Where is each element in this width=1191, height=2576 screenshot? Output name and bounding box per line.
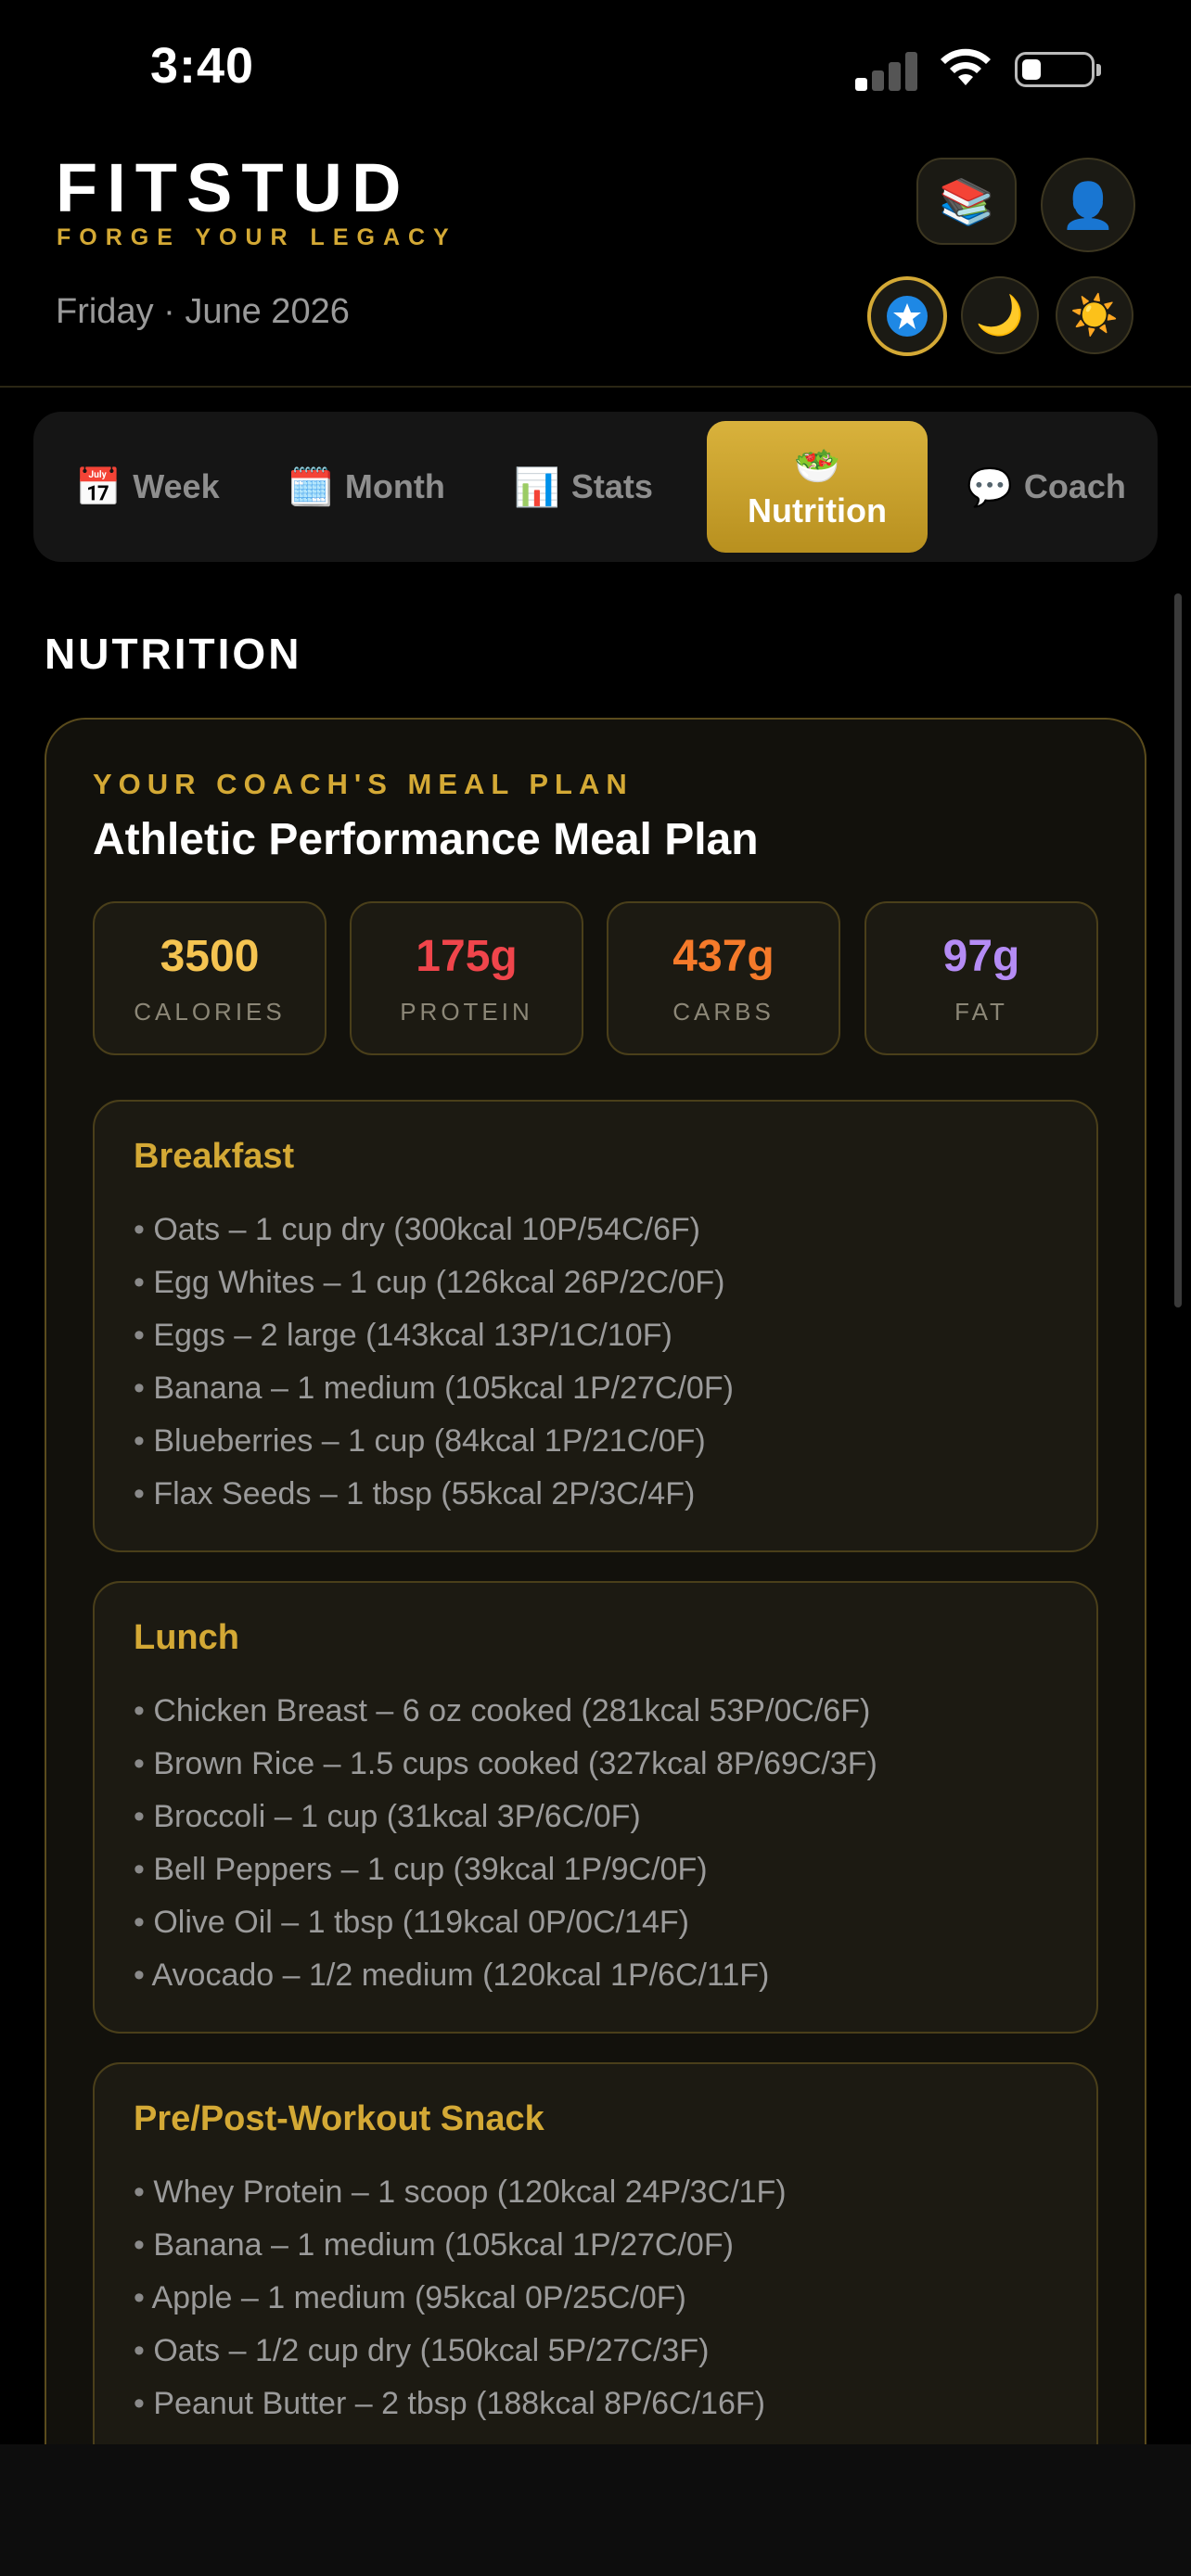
user-icon: 👤 bbox=[1060, 181, 1116, 231]
tab-month-label: Month bbox=[344, 467, 445, 505]
status-time: 3:40 bbox=[150, 38, 255, 94]
tab-stats[interactable]: 📊 Stats bbox=[482, 421, 685, 553]
meal-item: Egg Whites – 1 cup (126kcal 26P/2C/0F) bbox=[134, 1256, 734, 1309]
star-icon bbox=[887, 296, 928, 337]
meal-item: Banana – 1 medium (105kcal 1P/27C/0F) bbox=[134, 1362, 734, 1415]
macro-calories: 3500 CALORIES bbox=[93, 901, 327, 1055]
spiral-calendar-icon: 🗓️ bbox=[288, 466, 334, 508]
macro-value: 175g bbox=[416, 932, 518, 981]
status-bar: 3:40 bbox=[0, 0, 1191, 139]
tab-week[interactable]: 📅 Week bbox=[43, 421, 252, 553]
tab-coach[interactable]: 💬 Coach bbox=[944, 421, 1148, 553]
meal-item: Olive Oil – 1 tbsp (119kcal 0P/0C/14F) bbox=[134, 1896, 877, 1949]
macro-fat: 97g FAT bbox=[864, 901, 1098, 1055]
scroll-content[interactable]: YOUR COACH'S MEAL PLAN Athletic Performa… bbox=[0, 705, 1191, 2444]
books-icon: 📚 bbox=[939, 177, 994, 227]
theme-star-button[interactable] bbox=[867, 276, 947, 356]
battery-icon bbox=[1015, 52, 1101, 87]
meal-item: Oats – 1/2 cup dry (150kcal 5P/27C/3F) bbox=[134, 2325, 787, 2378]
brand-title: FITSTUD bbox=[56, 149, 411, 226]
meal-card-lunch: Lunch Chicken Breast – 6 oz cooked (281k… bbox=[93, 1581, 1098, 2034]
meal-plan-name: Athletic Performance Meal Plan bbox=[93, 815, 759, 864]
meal-plan-card: YOUR COACH'S MEAL PLAN Athletic Performa… bbox=[45, 718, 1146, 2444]
meal-item: Bell Peppers – 1 cup (39kcal 1P/9C/0F) bbox=[134, 1843, 877, 1896]
meal-items: Oats – 1 cup dry (300kcal 10P/54C/6F) Eg… bbox=[134, 1204, 734, 1521]
bottom-safe-area bbox=[0, 2444, 1191, 2576]
meal-item: Peanut Butter – 2 tbsp (188kcal 8P/6C/16… bbox=[134, 2378, 787, 2430]
calendar-icon: 📅 bbox=[75, 466, 122, 508]
cellular-signal-icon bbox=[855, 48, 918, 91]
macro-label: PROTEIN bbox=[400, 998, 533, 1026]
meal-item: Whey Protein – 1 scoop (120kcal 24P/3C/1… bbox=[134, 2166, 786, 2219]
macro-value: 437g bbox=[672, 932, 775, 981]
wifi-icon bbox=[941, 48, 991, 85]
sun-icon: ☀️ bbox=[1069, 292, 1120, 337]
section-title: NUTRITION bbox=[45, 630, 302, 678]
tab-week-label: Week bbox=[133, 467, 220, 505]
theme-light-button[interactable]: ☀️ bbox=[1056, 276, 1133, 354]
meal-item: Chicken Breast – 6 oz cooked (281kcal 53… bbox=[134, 1685, 877, 1738]
tab-nutrition[interactable]: 🥗 Nutrition bbox=[707, 421, 928, 553]
profile-button[interactable]: 👤 bbox=[1041, 158, 1135, 252]
meal-item: Blueberries – 1 cup (84kcal 1P/21C/0F) bbox=[134, 1415, 734, 1468]
tab-month[interactable]: 🗓️ Month bbox=[256, 421, 477, 553]
brand-tagline: FORGE YOUR LEGACY bbox=[57, 224, 457, 250]
meal-item: Banana – 1 medium (105kcal 1P/27C/0F) bbox=[134, 2219, 787, 2272]
macro-value: 97g bbox=[942, 932, 1020, 981]
app-header: FITSTUD FORGE YOUR LEGACY Friday · June … bbox=[0, 139, 1191, 388]
macro-label: CALORIES bbox=[134, 998, 286, 1026]
meal-item: Eggs – 2 large (143kcal 13P/1C/10F) bbox=[134, 1309, 734, 1362]
meal-item: Oats – 1 cup dry (300kcal 10P/54C/6F) bbox=[134, 1204, 734, 1256]
library-button[interactable]: 📚 bbox=[916, 158, 1017, 245]
meal-card-breakfast: Breakfast Oats – 1 cup dry (300kcal 10P/… bbox=[93, 1100, 1098, 1552]
meal-title: Lunch bbox=[134, 1618, 239, 1657]
macro-carbs: 437g CARBS bbox=[607, 901, 840, 1055]
meal-item: Broccoli – 1 cup (31kcal 3P/6C/0F) bbox=[134, 1791, 877, 1843]
macro-protein: 175g PROTEIN bbox=[350, 901, 583, 1055]
macro-value: 3500 bbox=[160, 932, 260, 981]
salad-icon: 🥗 bbox=[794, 445, 840, 487]
theme-dark-button[interactable]: 🌙 bbox=[961, 276, 1039, 354]
meal-item: Brown Rice – 1.5 cups cooked (327kcal 8P… bbox=[134, 1738, 877, 1791]
tab-nutrition-label: Nutrition bbox=[748, 491, 887, 529]
macro-label: CARBS bbox=[672, 998, 775, 1026]
meal-item: Flax Seeds – 1 tbsp (55kcal 2P/3C/4F) bbox=[134, 1468, 734, 1521]
tab-stats-label: Stats bbox=[570, 467, 653, 505]
speech-bubble-icon: 💬 bbox=[967, 466, 1013, 508]
meal-item: Apple – 1 medium (95kcal 0P/25C/0F) bbox=[134, 2272, 787, 2325]
meal-plan-kicker: YOUR COACH'S MEAL PLAN bbox=[93, 768, 634, 800]
macro-label: FAT bbox=[954, 998, 1008, 1026]
bar-chart-icon: 📊 bbox=[514, 466, 560, 508]
meal-items: Whey Protein – 1 scoop (120kcal 24P/3C/1… bbox=[134, 2166, 787, 2430]
meal-title: Pre/Post-Workout Snack bbox=[134, 2099, 544, 2138]
tab-bar: 📅 Week 🗓️ Month 📊 Stats 🥗 Nutrition 💬 Co… bbox=[33, 412, 1158, 562]
current-date: Friday · June 2026 bbox=[56, 292, 350, 331]
moon-icon: 🌙 bbox=[975, 292, 1025, 337]
tab-coach-label: Coach bbox=[1023, 467, 1126, 505]
meal-card-snack: Pre/Post-Workout Snack Whey Protein – 1 … bbox=[93, 2062, 1098, 2444]
meal-item: Avocado – 1/2 medium (120kcal 1P/6C/11F) bbox=[134, 1949, 877, 2002]
meal-items: Chicken Breast – 6 oz cooked (281kcal 53… bbox=[134, 1685, 877, 2002]
meal-title: Breakfast bbox=[134, 1137, 295, 1176]
